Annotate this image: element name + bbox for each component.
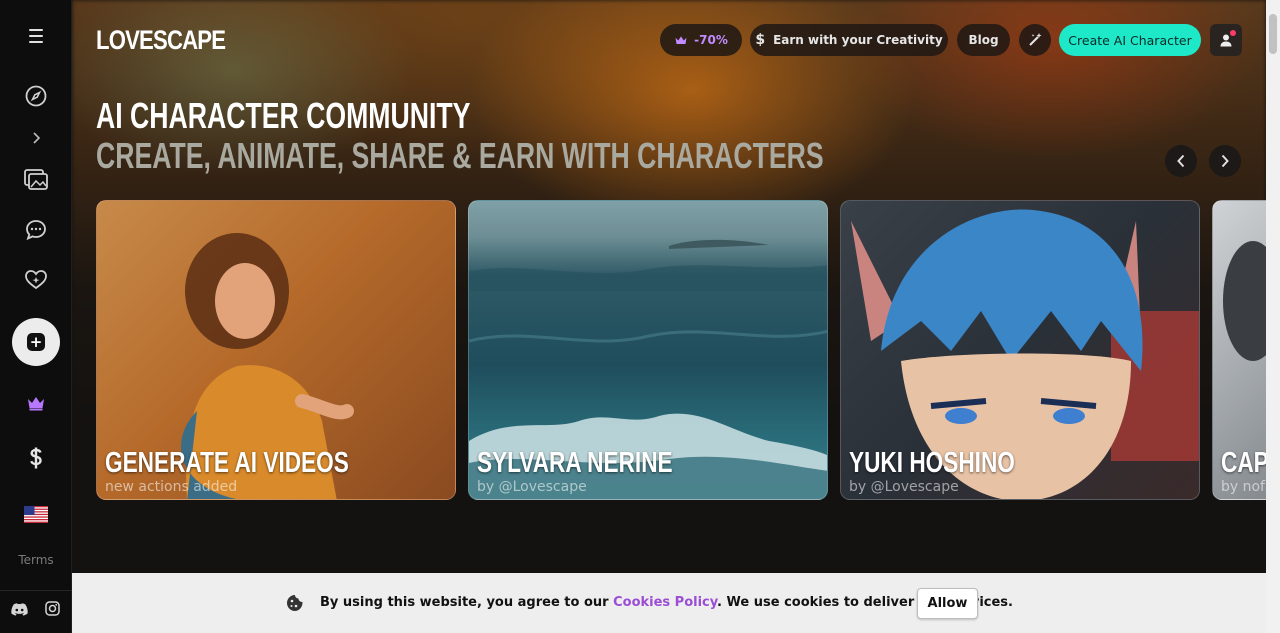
create-label: Create AI Character xyxy=(1068,32,1192,48)
compass-icon[interactable] xyxy=(0,84,72,108)
card-subtitle: new actions added xyxy=(105,479,238,495)
cookie-text-before: By using this website, you agree to our xyxy=(320,595,614,610)
sidebar: + Terms xyxy=(0,0,72,633)
crown-icon[interactable] xyxy=(0,392,72,414)
chat-bubble-icon[interactable] xyxy=(0,218,72,242)
heart-sparkle-icon[interactable] xyxy=(0,268,72,292)
cookie-icon xyxy=(287,595,303,611)
chevron-right-icon[interactable] xyxy=(0,130,72,146)
card-subtitle: by @Lovescape xyxy=(477,479,587,495)
chevron-right-icon xyxy=(1221,154,1229,168)
page-scrollbar[interactable] xyxy=(1266,0,1280,633)
card-title: YUKI HOSHINO xyxy=(849,447,1015,479)
crown-icon xyxy=(675,35,687,44)
hamburger-menu-icon[interactable] xyxy=(0,24,72,48)
discord-icon[interactable] xyxy=(11,601,28,620)
cookie-banner: By using this website, you agree to our … xyxy=(72,573,1266,633)
us-flag-icon[interactable] xyxy=(0,504,72,524)
dollar-icon[interactable] xyxy=(0,446,72,470)
earn-label: Earn with your Creativity xyxy=(773,33,943,47)
user-menu-button[interactable] xyxy=(1210,24,1242,56)
cookies-policy-link[interactable]: Cookies Policy xyxy=(613,595,717,610)
plus-icon: + xyxy=(27,333,45,351)
wand-icon[interactable] xyxy=(1019,24,1051,56)
main-content: LOVESCAPE -70% $ Earn with your Creativi… xyxy=(72,0,1266,633)
character-card[interactable]: YUKI HOSHINO by @Lovescape xyxy=(840,200,1200,500)
create-button[interactable]: + xyxy=(12,318,60,366)
discount-label: -70% xyxy=(694,33,728,47)
blog-label: Blog xyxy=(968,33,999,47)
character-card[interactable]: SYLVARA NERINE by @Lovescape xyxy=(468,200,828,500)
terms-link[interactable]: Terms xyxy=(0,553,72,567)
character-card[interactable]: GENERATE AI VIDEOS new actions added xyxy=(96,200,456,500)
earn-button[interactable]: $ Earn with your Creativity xyxy=(750,24,948,56)
hero-heading: AI CHARACTER COMMUNITY CREATE, ANIMATE, … xyxy=(96,96,824,176)
card-subtitle: by @Lovescape xyxy=(849,479,959,495)
card-title: CAPT xyxy=(1221,447,1266,479)
notification-dot xyxy=(1230,30,1236,36)
cookie-message: By using this website, you agree to our … xyxy=(320,595,1013,610)
character-card[interactable]: CAPT by nofa xyxy=(1212,200,1266,500)
chevron-left-icon xyxy=(1177,154,1185,168)
card-title: GENERATE AI VIDEOS xyxy=(105,447,349,479)
gallery-icon[interactable] xyxy=(0,168,72,192)
instagram-icon[interactable] xyxy=(45,601,60,620)
allow-cookies-button[interactable]: Allow xyxy=(917,588,978,619)
carousel-prev-button[interactable] xyxy=(1165,145,1197,177)
create-ai-character-button[interactable]: Create AI Character xyxy=(1059,24,1201,56)
scrollbar-thumb[interactable] xyxy=(1269,14,1277,54)
social-links xyxy=(0,590,72,633)
hero-title: AI CHARACTER COMMUNITY xyxy=(96,95,471,136)
dollar-icon: $ xyxy=(755,32,766,48)
carousel-next-button[interactable] xyxy=(1209,145,1241,177)
hero-subtitle: CREATE, ANIMATE, SHARE & EARN WITH CHARA… xyxy=(96,135,824,176)
card-title: SYLVARA NERINE xyxy=(477,447,673,479)
discount-button[interactable]: -70% xyxy=(660,24,742,56)
logo[interactable]: LOVESCAPE xyxy=(96,25,226,56)
card-subtitle: by nofa xyxy=(1221,479,1266,495)
blog-button[interactable]: Blog xyxy=(957,24,1010,56)
